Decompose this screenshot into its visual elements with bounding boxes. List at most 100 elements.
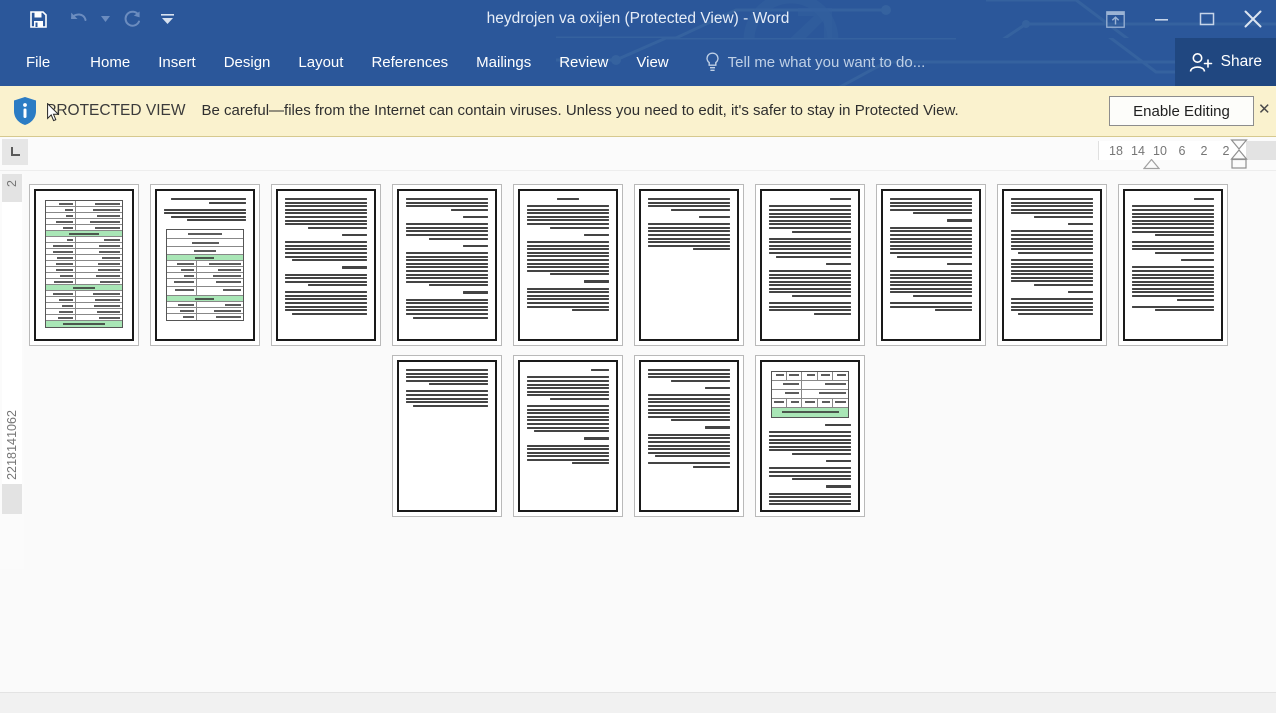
document-page[interactable] [876, 184, 986, 346]
ruler-mark-18: 18 [1109, 143, 1123, 158]
thumb-table [166, 229, 244, 322]
tab-insert[interactable]: Insert [144, 38, 210, 86]
protected-view-message: Be careful—files from the Internet can c… [201, 102, 959, 119]
page-content [281, 194, 371, 336]
undo-dropdown-icon[interactable] [98, 2, 112, 36]
tab-file[interactable]: File [0, 38, 76, 86]
minimize-icon[interactable] [1138, 0, 1184, 38]
tab-references[interactable]: References [357, 38, 462, 86]
window-controls[interactable] [1092, 0, 1276, 38]
page-border [760, 360, 860, 512]
mouse-cursor-icon [47, 103, 59, 122]
first-line-indent-marker[interactable] [1143, 159, 1160, 170]
page-content [523, 194, 613, 336]
page-border [760, 189, 860, 341]
document-page[interactable] [150, 184, 260, 346]
page-content [765, 194, 855, 336]
page-content [402, 365, 492, 507]
ribbon-tabs[interactable]: File Home Insert Design Layout Reference… [0, 38, 683, 86]
share-button[interactable]: Share [1174, 38, 1276, 86]
page-content [644, 365, 734, 507]
page-border [639, 360, 739, 512]
info-shield-icon [8, 96, 42, 126]
tab-layout[interactable]: Layout [284, 38, 357, 86]
undo-icon[interactable] [58, 2, 98, 36]
redo-icon[interactable] [112, 2, 152, 36]
document-page[interactable] [1118, 184, 1228, 346]
document-page[interactable] [997, 184, 1107, 346]
page-content [160, 194, 250, 336]
document-page[interactable] [392, 355, 502, 517]
document-page[interactable] [634, 184, 744, 346]
vertical-ruler-top-mark: 2 [5, 180, 19, 187]
page-content [1007, 194, 1097, 336]
v-ruler-mark-18: 18 [5, 452, 19, 467]
close-icon[interactable] [1230, 0, 1276, 38]
ruler-mark-10: 10 [1153, 143, 1167, 158]
ribbon-tab-bar: File Home Insert Design Layout Reference… [0, 38, 1276, 86]
page-border [1123, 189, 1223, 341]
tab-mailings[interactable]: Mailings [462, 38, 545, 86]
maximize-icon[interactable] [1184, 0, 1230, 38]
page-border [518, 360, 618, 512]
ruler-scale[interactable]: 18 14 10 6 2 2 [1098, 141, 1246, 160]
ribbon-display-options-icon[interactable] [1092, 0, 1138, 38]
page-content [644, 194, 734, 336]
customize-quick-access-toolbar-icon[interactable] [152, 2, 182, 36]
vertical-ruler[interactable]: 2 2 6 10 14 18 22 [0, 174, 24, 569]
ruler-mark-14: 14 [1131, 143, 1145, 158]
document-pages[interactable] [29, 184, 1228, 526]
document-page[interactable] [29, 184, 139, 346]
page-row-1 [29, 184, 1228, 346]
document-page[interactable] [755, 184, 865, 346]
page-content [39, 194, 129, 336]
share-label: Share [1220, 53, 1262, 70]
tell-me-search[interactable]: Tell me what you want to do... [705, 38, 926, 86]
page-content [886, 194, 976, 336]
quick-access-toolbar[interactable] [0, 0, 182, 38]
tell-me-placeholder: Tell me what you want to do... [727, 53, 926, 71]
window-title: heydrojen va oxijen (Protected View) - W… [486, 10, 790, 27]
page-border [34, 189, 134, 341]
page-content [1128, 194, 1218, 336]
status-bar[interactable] [0, 692, 1276, 713]
page-border [881, 189, 981, 341]
vertical-ruler-bottom-margin [2, 484, 22, 514]
thumb-table [45, 200, 123, 328]
enable-editing-button[interactable]: Enable Editing [1109, 96, 1254, 126]
v-ruler-mark-14: 14 [5, 438, 19, 453]
page-border [276, 189, 376, 341]
page-border [639, 189, 739, 341]
left-tab-icon [11, 147, 20, 156]
page-border [155, 189, 255, 341]
page-row-2 [392, 355, 1209, 517]
page-border [397, 189, 497, 341]
save-icon[interactable] [18, 2, 58, 36]
page-content [402, 194, 492, 336]
share-person-icon [1189, 52, 1213, 73]
page-content [523, 365, 613, 507]
page-border [397, 360, 497, 512]
protected-view-badge: PROTECTED VIEW [46, 102, 186, 122]
horizontal-ruler[interactable]: 18 14 10 6 2 2 [0, 137, 1276, 171]
document-page[interactable] [755, 355, 865, 517]
document-page[interactable] [513, 355, 623, 517]
ruler-mark-6: 6 [1178, 143, 1186, 158]
v-ruler-mark-10: 10 [5, 424, 19, 439]
tab-selector-button[interactable] [2, 139, 28, 165]
tab-view[interactable]: View [622, 38, 682, 86]
protected-view-bar: PROTECTED VIEW Be careful—files from the… [0, 86, 1276, 137]
document-page[interactable] [271, 184, 381, 346]
protected-view-close-icon[interactable]: ✕ [1258, 100, 1276, 118]
tab-design[interactable]: Design [210, 38, 285, 86]
page-border [518, 189, 618, 341]
ruler-mark-2a: 2 [1200, 143, 1208, 158]
document-page[interactable] [513, 184, 623, 346]
document-page[interactable] [634, 355, 744, 517]
page-content [765, 365, 855, 507]
tab-review[interactable]: Review [545, 38, 622, 86]
document-page[interactable] [392, 184, 502, 346]
thumb-table [771, 371, 849, 418]
tab-home[interactable]: Home [76, 38, 144, 86]
right-indent-marker[interactable] [1230, 139, 1248, 169]
